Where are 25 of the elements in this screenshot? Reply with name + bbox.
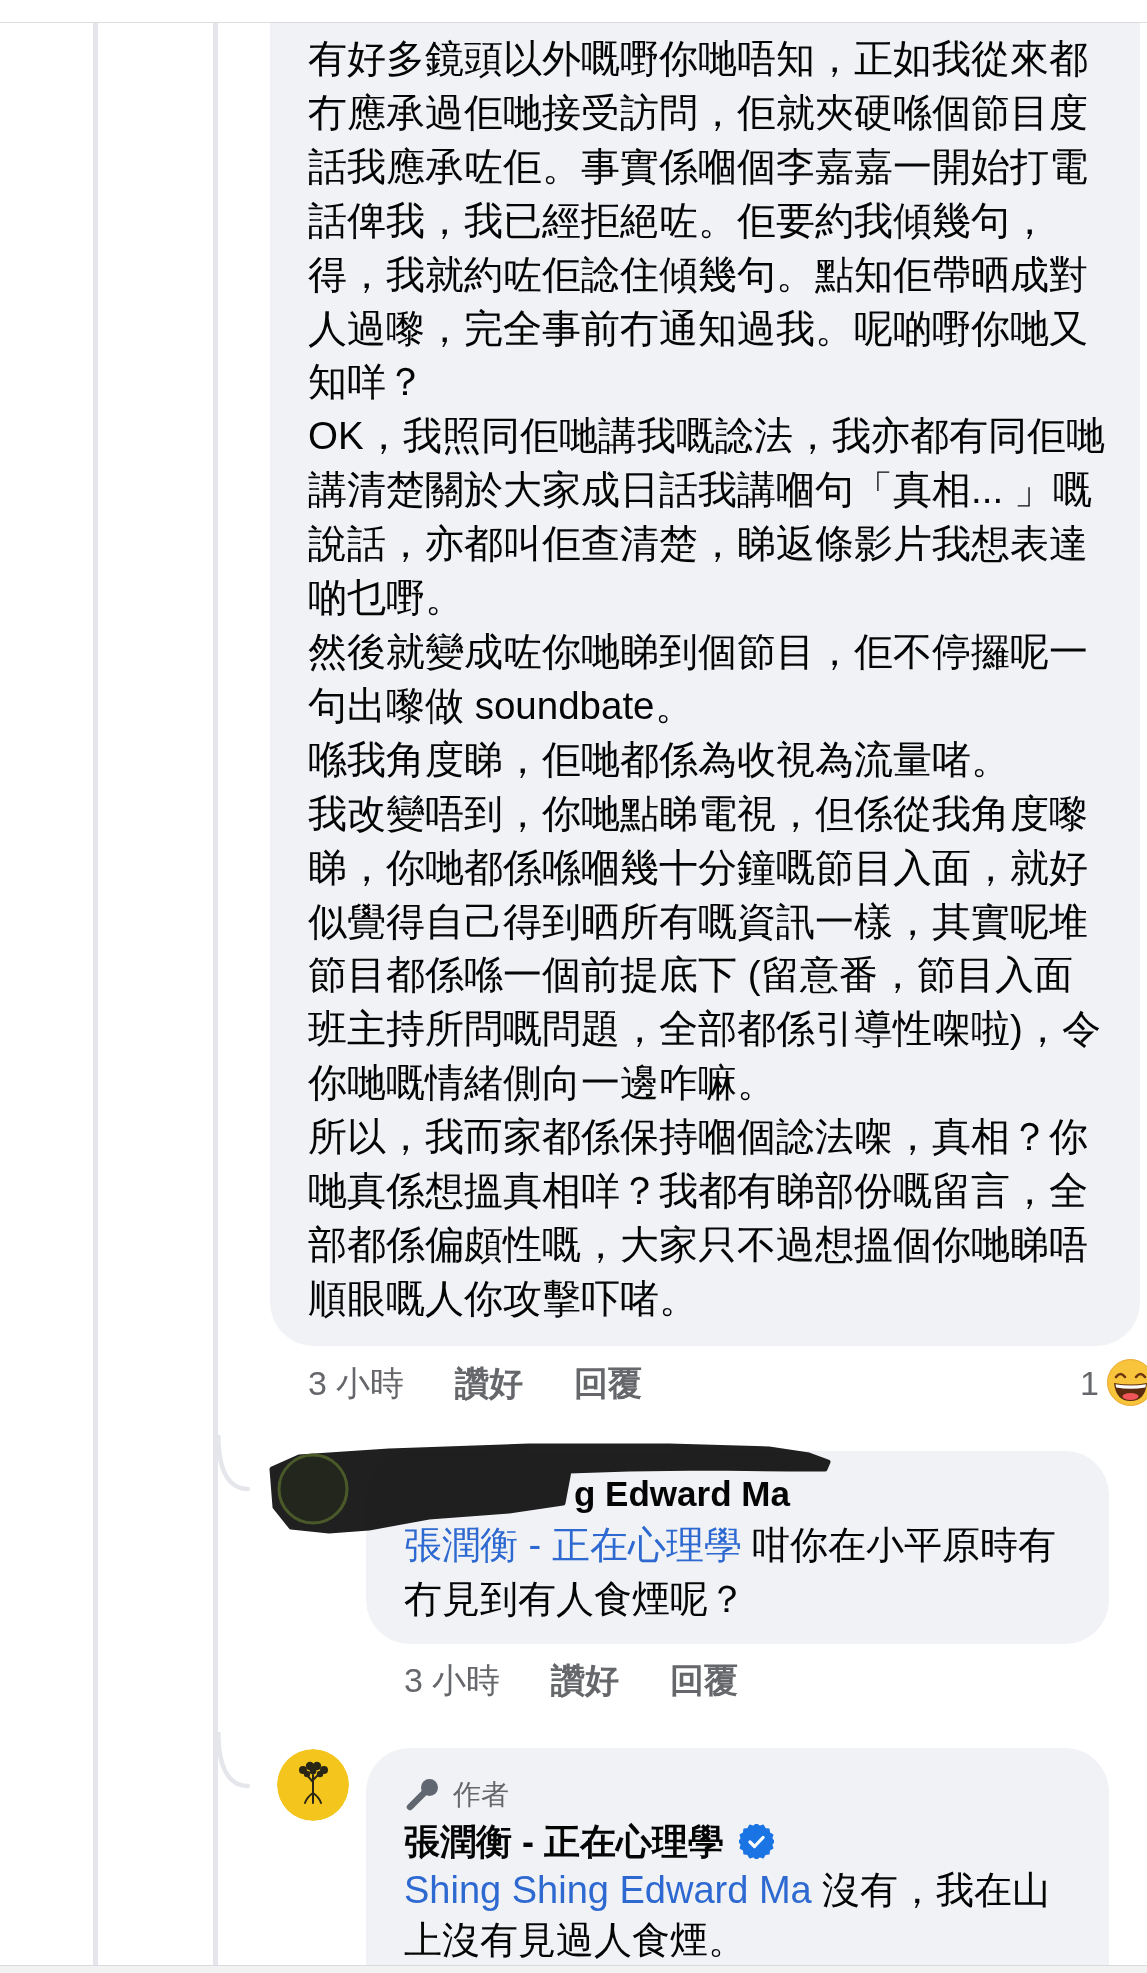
reply-button[interactable]: 回覆: [574, 1359, 643, 1406]
comment-text: 有好多鏡頭以外嘅嘢你哋唔知，正如我從來都冇應承過佢哋接受訪問，佢就夾硬喺個節目度話我應承咗佢。事實係嗰個李嘉嘉一開始打電話俾我，我已經拒絕咗。佢要約我傾幾句，得，我就約咗佢諗住傾幾句。點知佢帶晒成對人過嚟，完全事前冇通知過我。呢啲嘢你哋又知咩？: [308, 36, 1089, 406]
mention-link[interactable]: 張潤衡 - 正在心理學: [404, 1523, 742, 1566]
comment-text: OK，我照同佢哋講我嘅諗法，我亦都有同佢哋講清楚關於大家成日話我講嗰句「真相... 」嘅說話，亦都叫佢查清楚，睇返條影片我想表達啲乜嘢。: [308, 413, 1105, 622]
laughing-emoji-icon[interactable]: [1107, 1359, 1147, 1407]
reply-text: 張潤衡 - 正在心理學 咁你在小平原時有冇見到有人食煙呢？: [404, 1522, 1058, 1622]
thread-connector: [216, 1731, 250, 1789]
reply-button[interactable]: 回覆: [670, 1656, 739, 1703]
comment-time: 3 小時: [404, 1659, 501, 1701]
reaction-count: 1: [1080, 1362, 1099, 1404]
author-name[interactable]: 張潤衡 - 正在心理學: [404, 1818, 724, 1865]
tree-logo-avatar[interactable]: [277, 1748, 349, 1821]
comment-text: 喺我角度睇，佢哋都係為收視為流量啫。: [308, 736, 1011, 783]
comment-text: 然後就變成咗你哋睇到個節目，佢不停攞呢一句出嚟做 soundbate。: [308, 628, 1089, 729]
microphone-icon: [404, 1776, 440, 1813]
mention-link[interactable]: Shing Shing Edward Ma: [404, 1868, 812, 1911]
reply-text: Shing Shing Edward Ma 沒有，我在山上沒有見過人食煙。: [404, 1867, 1052, 1963]
comment-text: 所以，我而家都係保持嗰個諗法㗎，真相？你哋真係想搵真相咩？我都有睇部份嘅留言，全部都係偏頗性嘅，大家只不過想搵個你哋睇唔順眼嘅人你攻擊吓啫。: [308, 1114, 1089, 1322]
author-label: 作者: [453, 1777, 509, 1812]
author-name[interactable]: g Edward Ma: [574, 1474, 790, 1513]
thread-connector: [216, 1434, 250, 1492]
comment-text: 我改變唔到，你哋點睇電視，但係從我角度嚟睇，你哋都係喺嗰幾十分鐘嘅節目入面，就好似覺得自己得到晒所有嘅資訊一樣，其實呢堆節目都係喺一個前提底下 (留意番，節目入面班主持所問嘅問題，全部都係引導性㗎啦)，令你哋嘅情緒側向一邊咋嘛。: [308, 790, 1102, 1107]
comment-time: 3 小時: [308, 1362, 405, 1404]
like-button[interactable]: 讚好: [455, 1359, 524, 1406]
like-button[interactable]: 讚好: [551, 1656, 620, 1703]
